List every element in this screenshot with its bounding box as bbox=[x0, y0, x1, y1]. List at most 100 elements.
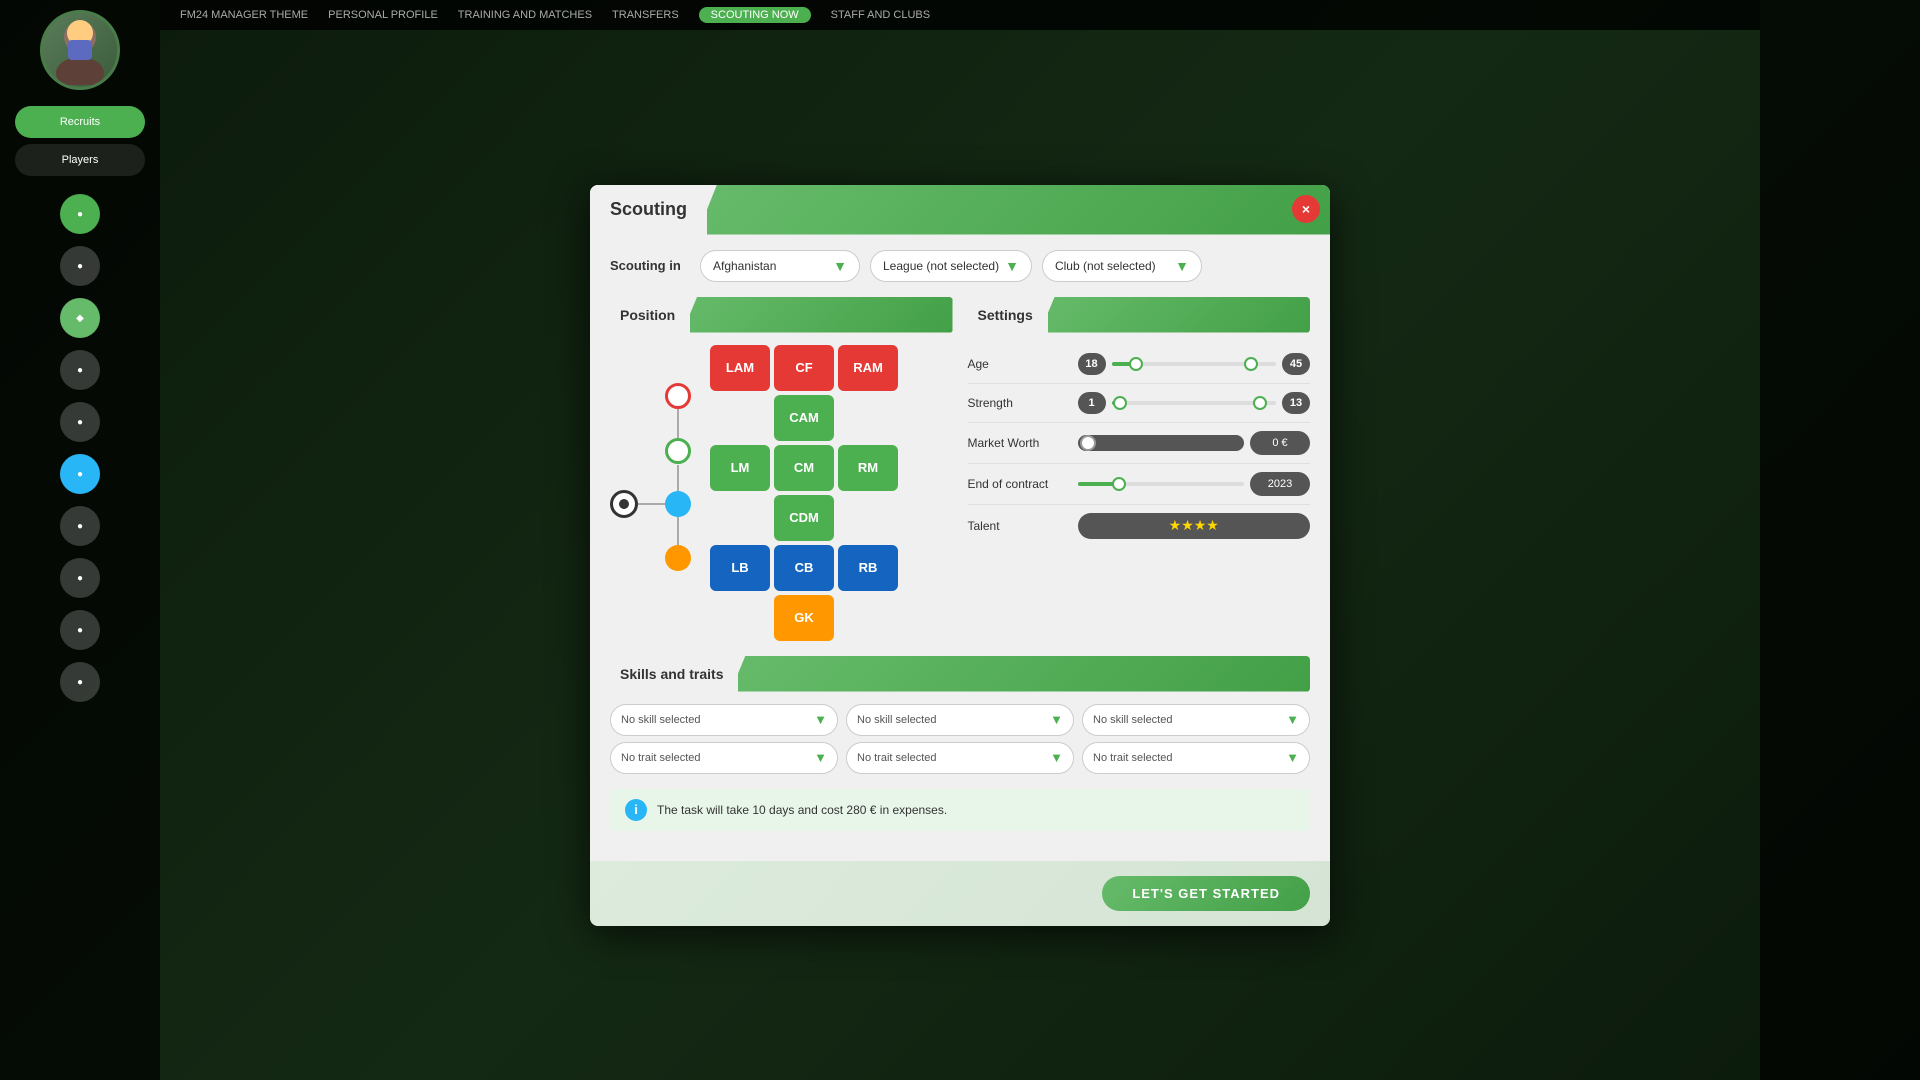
skills-col-2: No skill selected ▼ No trait selected ▼ bbox=[846, 704, 1074, 774]
sidebar-nav-3[interactable]: ● bbox=[60, 350, 100, 390]
tree-node-mid[interactable] bbox=[665, 438, 691, 464]
skills-grid: No skill selected ▼ No trait selected ▼ … bbox=[610, 704, 1310, 774]
market-worth-label: Market Worth bbox=[968, 436, 1068, 450]
trait-dropdown-2[interactable]: No trait selected ▼ bbox=[846, 742, 1074, 774]
topbar-item-6[interactable]: STAFF AND CLUBS bbox=[831, 9, 930, 21]
close-button[interactable]: × bbox=[1292, 195, 1320, 223]
pos-cdm[interactable]: CDM bbox=[774, 495, 834, 541]
main-columns: Position bbox=[610, 297, 1310, 641]
age-row: Age 18 45 bbox=[968, 345, 1311, 384]
sidebar-nav-2[interactable]: ● bbox=[60, 246, 100, 286]
strength-min-badge: 1 bbox=[1078, 392, 1106, 414]
pos-cam[interactable]: CAM bbox=[774, 395, 834, 441]
trait-2-label: No trait selected bbox=[857, 752, 936, 764]
modal-header: Scouting × bbox=[590, 185, 1330, 235]
country-value: Afghanistan bbox=[713, 259, 776, 273]
sidebar-nav-5[interactable]: ● bbox=[60, 454, 100, 494]
topbar-item-4[interactable]: TRANSFERS bbox=[612, 9, 679, 21]
end-contract-slider[interactable] bbox=[1078, 482, 1245, 486]
market-worth-row: Market Worth 0 € bbox=[968, 423, 1311, 464]
market-worth-track[interactable] bbox=[1078, 435, 1245, 451]
age-slider-thumb-max[interactable] bbox=[1244, 357, 1258, 371]
market-worth-thumb[interactable] bbox=[1080, 435, 1096, 451]
sidebar-btn-recruits[interactable]: Recruits bbox=[15, 106, 145, 138]
trait-dropdown-3[interactable]: No trait selected ▼ bbox=[1082, 742, 1310, 774]
skills-title: Skills and traits bbox=[610, 656, 738, 692]
strength-slider[interactable] bbox=[1112, 401, 1277, 405]
country-dropdown[interactable]: Afghanistan ▼ bbox=[700, 250, 860, 282]
pos-empty-5 bbox=[710, 595, 770, 641]
skill-3-label: No skill selected bbox=[1093, 714, 1172, 726]
age-slider[interactable] bbox=[1112, 362, 1277, 366]
tree-node-left[interactable] bbox=[610, 490, 638, 518]
sidebar-nav-1[interactable]: ● bbox=[60, 194, 100, 234]
sidebar-btn-players[interactable]: Players bbox=[15, 144, 145, 176]
sidebar-nav-9[interactable]: ● bbox=[60, 662, 100, 702]
skills-green-bar bbox=[730, 656, 1310, 692]
topbar-item-2[interactable]: PERSONAL PROFILE bbox=[328, 9, 438, 21]
talent-label: Talent bbox=[968, 519, 1068, 533]
scouting-in-row: Scouting in Afghanistan ▼ League (not se… bbox=[610, 250, 1310, 282]
sidebar-nav-7[interactable]: ● bbox=[60, 558, 100, 598]
skill-dropdown-3[interactable]: No skill selected ▼ bbox=[1082, 704, 1310, 736]
sidebar-nav-scouts[interactable]: ◆ bbox=[60, 298, 100, 338]
skill-dropdown-1[interactable]: No skill selected ▼ bbox=[610, 704, 838, 736]
pos-ram[interactable]: RAM bbox=[838, 345, 898, 391]
club-dropdown[interactable]: Club (not selected) ▼ bbox=[1042, 250, 1202, 282]
avatar-icon bbox=[50, 15, 110, 85]
pos-empty-3 bbox=[710, 495, 770, 541]
skill-1-label: No skill selected bbox=[621, 714, 700, 726]
pos-gk[interactable]: GK bbox=[774, 595, 834, 641]
info-icon: i bbox=[625, 799, 647, 821]
settings-title: Settings bbox=[968, 297, 1048, 333]
pos-lam[interactable]: LAM bbox=[710, 345, 770, 391]
pos-cb[interactable]: CB bbox=[774, 545, 834, 591]
club-dropdown-arrow: ▼ bbox=[1175, 258, 1189, 274]
pos-empty-6 bbox=[838, 595, 898, 641]
pos-lm[interactable]: LM bbox=[710, 445, 770, 491]
skill-2-label: No skill selected bbox=[857, 714, 936, 726]
end-contract-thumb[interactable] bbox=[1112, 477, 1126, 491]
pos-lb[interactable]: LB bbox=[710, 545, 770, 591]
market-worth-value: 0 € bbox=[1250, 431, 1310, 455]
talent-stars[interactable]: ★★★★ bbox=[1078, 513, 1311, 539]
strength-row: Strength 1 13 bbox=[968, 384, 1311, 423]
sidebar-nav-6[interactable]: ● bbox=[60, 506, 100, 546]
info-bar: i The task will take 10 days and cost 28… bbox=[610, 789, 1310, 831]
position-green-bar bbox=[682, 297, 952, 333]
skill-dropdown-2[interactable]: No skill selected ▼ bbox=[846, 704, 1074, 736]
age-slider-thumb-min[interactable] bbox=[1129, 357, 1143, 371]
country-dropdown-arrow: ▼ bbox=[833, 258, 847, 274]
modal-footer: LET'S GET STARTED bbox=[590, 861, 1330, 926]
trait-3-label: No trait selected bbox=[1093, 752, 1172, 764]
strength-slider-thumb-max[interactable] bbox=[1253, 396, 1267, 410]
tree-node-orange[interactable] bbox=[665, 545, 691, 571]
topbar-item-3[interactable]: TRAINING AND MATCHES bbox=[458, 9, 592, 21]
age-min-badge: 18 bbox=[1078, 353, 1106, 375]
settings-section: Settings Age 18 45 bbox=[968, 297, 1311, 641]
start-button[interactable]: LET'S GET STARTED bbox=[1102, 876, 1310, 911]
league-dropdown[interactable]: League (not selected) ▼ bbox=[870, 250, 1032, 282]
skill-3-arrow: ▼ bbox=[1286, 712, 1299, 727]
pos-empty-2 bbox=[838, 395, 898, 441]
position-title: Position bbox=[610, 297, 690, 333]
strength-slider-thumb-min[interactable] bbox=[1113, 396, 1127, 410]
end-contract-value: 2023 bbox=[1250, 472, 1310, 496]
skill-2-arrow: ▼ bbox=[1050, 712, 1063, 727]
tree-node-top[interactable] bbox=[665, 383, 691, 409]
skills-traits-section: Skills and traits No skill selected ▼ No… bbox=[610, 656, 1310, 774]
sidebar-nav-4[interactable]: ● bbox=[60, 402, 100, 442]
pos-cf[interactable]: CF bbox=[774, 345, 834, 391]
topbar-item-5-active[interactable]: SCOUTING NOW bbox=[699, 7, 811, 23]
strength-label: Strength bbox=[968, 396, 1068, 410]
pos-cm[interactable]: CM bbox=[774, 445, 834, 491]
pos-empty-4 bbox=[838, 495, 898, 541]
modal-backdrop: Scouting × Scouting in Afghanistan ▼ Lea… bbox=[160, 30, 1760, 1080]
sidebar-nav-8[interactable]: ● bbox=[60, 610, 100, 650]
tree-node-blue[interactable] bbox=[665, 491, 691, 517]
trait-dropdown-1[interactable]: No trait selected ▼ bbox=[610, 742, 838, 774]
trait-1-label: No trait selected bbox=[621, 752, 700, 764]
pos-rb[interactable]: RB bbox=[838, 545, 898, 591]
topbar-item-1[interactable]: FM24 MANAGER THEME bbox=[180, 9, 308, 21]
pos-rm[interactable]: RM bbox=[838, 445, 898, 491]
